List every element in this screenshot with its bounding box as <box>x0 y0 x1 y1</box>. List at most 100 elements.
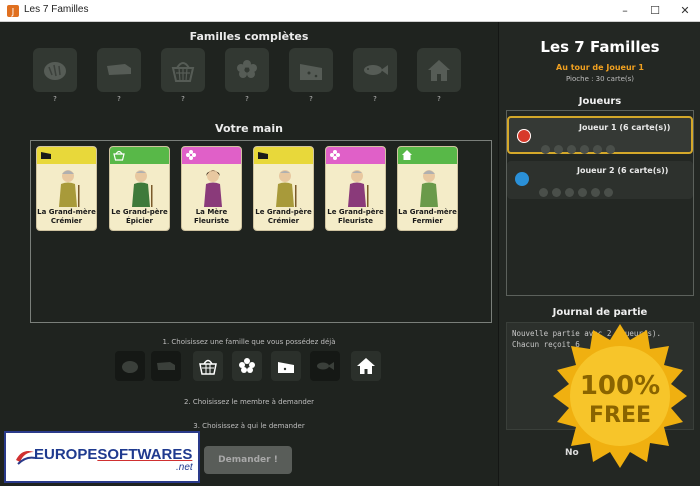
family-count: ? <box>245 95 249 103</box>
player-card-dots <box>541 139 651 154</box>
svg-text:J: J <box>11 8 15 18</box>
journal-title: Journal de partie <box>552 307 648 318</box>
player-color-icon <box>517 129 531 143</box>
logo-wordmark: EUROPESOFTWARES <box>34 446 193 463</box>
hand-card[interactable]: Le Grand-père Fleuriste <box>325 146 386 231</box>
cheese-icon <box>300 64 322 80</box>
complete-families-title: Familles complètes <box>189 30 309 43</box>
game-board: Familles complètes ? ? ? ? ? ? ? Votre m… <box>0 22 498 486</box>
close-button[interactable]: ✕ <box>670 2 700 20</box>
free-badge: 100% FREE <box>553 324 687 468</box>
house-icon <box>402 150 412 160</box>
basket-icon <box>113 150 125 161</box>
player-row[interactable]: Joueur 2 (6 carte(s)) <box>507 161 693 199</box>
player-row[interactable]: Joueur 1 (6 carte(s)) <box>507 116 693 154</box>
players-list: Joueur 1 (6 carte(s)) Joueur 2 (6 carte(… <box>506 110 694 296</box>
flower-icon <box>239 358 255 373</box>
player-name: Joueur 1 (6 carte(s)) <box>579 123 671 132</box>
family-slot-cheese <box>289 48 333 92</box>
app-icon: J <box>7 5 19 18</box>
logo-net: .net <box>176 462 193 473</box>
ask-button[interactable]: Demander ! <box>204 446 292 474</box>
draw-pile-count: Pioche : 30 carte(s) <box>565 75 634 83</box>
basket-icon <box>199 359 217 375</box>
step-2-label: 2. Choisissez le membre à demander <box>183 398 315 406</box>
family-slot-bread <box>33 48 77 92</box>
family-slot-basket <box>161 48 205 92</box>
family-count: ? <box>373 95 377 103</box>
family-count: ? <box>309 95 313 103</box>
card-band <box>37 147 96 164</box>
hand-card[interactable]: Le Grand-père Épicier <box>109 146 170 231</box>
fish-icon <box>364 65 388 75</box>
pick-family-fish <box>310 351 340 381</box>
player-color-icon <box>515 172 529 186</box>
player-card-dots <box>539 182 649 197</box>
family-slot-truck <box>97 48 141 92</box>
card-name: La Grand-mère Fermier <box>398 208 457 225</box>
hand-area: La Grand-mère Crémier Le Grand-père Épicie… <box>30 140 492 323</box>
hand-title: Votre main <box>215 122 283 135</box>
card-band <box>398 147 457 164</box>
europesoftwares-logo: EUROPESOFTWARES .net <box>4 431 200 483</box>
hand-card[interactable]: La Grand-mère Crémier <box>36 146 97 231</box>
family-count: ? <box>53 95 57 103</box>
badge-line1: 100% <box>580 371 660 401</box>
card-name: Le Grand-père Épicier <box>111 208 168 225</box>
family-slot-fish <box>353 48 397 92</box>
hand-card[interactable]: La Grand-mère Fermier <box>397 146 458 231</box>
card-name: Le Grand-père Fleuriste <box>327 208 384 225</box>
pick-family-truck <box>151 351 181 381</box>
step-1-label: 1. Choisissez une famille que vous possé… <box>162 338 336 346</box>
pick-family-flower[interactable] <box>232 351 262 381</box>
cheese-icon <box>41 152 51 159</box>
mother-figure <box>204 170 222 207</box>
card-name: Le Grand-père Crémier <box>255 208 312 225</box>
pick-family-basket[interactable] <box>193 351 223 381</box>
window-titlebar: J Les 7 Familles – ☐ ✕ <box>0 0 700 22</box>
pick-family-bread <box>115 351 145 381</box>
minimize-button[interactable]: – <box>610 2 640 20</box>
flower-icon <box>330 150 340 160</box>
step-3-label: 3. Choisissez à qui le demander <box>193 422 305 430</box>
maximize-button[interactable]: ☐ <box>640 2 670 20</box>
pick-family-cheese[interactable] <box>271 351 301 381</box>
truck-icon <box>107 64 131 75</box>
card-band <box>110 147 169 164</box>
grandfather-figure <box>348 170 369 207</box>
grandfather-figure <box>132 170 153 207</box>
fish-icon <box>317 362 334 370</box>
window-title: Les 7 Familles <box>24 4 89 15</box>
cheese-icon <box>258 152 268 159</box>
pick-family-house[interactable] <box>351 351 381 381</box>
flower-icon <box>237 60 257 78</box>
bread-icon <box>122 361 138 373</box>
cheese-icon <box>278 362 294 373</box>
hand-card[interactable]: La Mère Fleuriste <box>181 146 242 231</box>
bread-icon <box>44 62 66 80</box>
house-icon <box>357 358 375 374</box>
family-count: ? <box>117 95 121 103</box>
logo-swoosh-icon <box>16 451 36 465</box>
basket-icon <box>171 62 195 82</box>
turn-indicator: Au tour de Joueur 1 <box>556 63 644 72</box>
family-count: ? <box>437 95 441 103</box>
family-slot-house <box>417 48 461 92</box>
flower-icon <box>186 150 196 160</box>
player-name: Joueur 2 (6 carte(s)) <box>577 166 669 175</box>
players-title: Joueurs <box>578 96 622 107</box>
truck-icon <box>157 362 175 370</box>
card-band <box>326 147 385 164</box>
badge-line2: FREE <box>589 403 651 428</box>
family-count: ? <box>181 95 185 103</box>
grandfather-figure <box>276 170 297 207</box>
side-title: Les 7 Familles <box>540 38 660 56</box>
card-band <box>254 147 313 164</box>
card-band <box>182 147 241 164</box>
house-icon <box>428 60 450 81</box>
grandmother-figure <box>59 170 80 207</box>
card-name: La Grand-mère Crémier <box>37 208 96 225</box>
grandmother-figure <box>420 170 438 207</box>
card-name: La Mère Fleuriste <box>193 208 230 225</box>
hand-card[interactable]: Le Grand-père Crémier <box>253 146 314 231</box>
